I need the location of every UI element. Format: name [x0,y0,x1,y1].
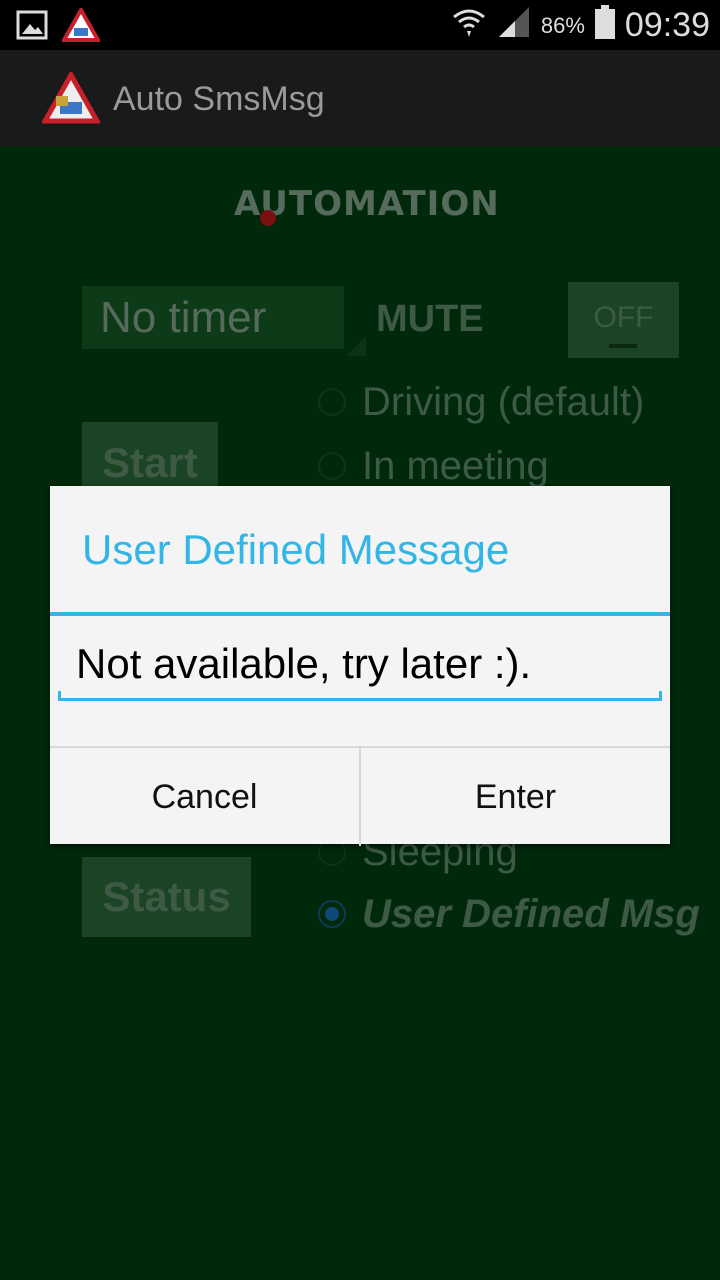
battery-icon [594,5,615,46]
cancel-button[interactable]: Cancel [50,748,359,846]
toggle-indicator [609,344,637,348]
status-bar-right: 86% 09:39 [451,5,710,46]
app-notification-icon [60,5,102,47]
radio-label: Driving (default) [362,379,645,424]
radio-label: User Defined Msg [362,891,700,936]
enter-button[interactable]: Enter [359,748,670,846]
timer-select[interactable]: No timer [82,286,344,349]
radio-option-driving[interactable]: Driving (default) [318,372,644,432]
dialog-button-bar: Cancel Enter [50,746,670,846]
automation-logo: AUTOMATION [234,184,500,226]
status-bar-left [16,5,102,47]
app-title: Auto SmsMsg [113,80,325,118]
radio-label: In meeting [362,443,549,488]
mute-toggle[interactable]: OFF [568,282,679,358]
radio-circle [318,388,346,416]
dialog-title: User Defined Message [82,526,510,573]
timer-dropdown-arrow-icon [346,336,366,356]
radio-option-user-defined[interactable]: User Defined Msg [318,884,700,944]
message-input[interactable] [58,624,662,704]
radio-circle [318,452,346,480]
battery-percent: 86% [540,12,585,38]
clock: 09:39 [624,6,710,44]
wifi-icon [451,5,487,46]
action-bar: Auto SmsMsg [0,50,720,146]
status-button[interactable]: Status [82,857,251,937]
mute-label: MUTE [376,298,484,340]
signal-icon [497,5,531,46]
dialog-title-divider [50,612,670,616]
status-bar: 86% 09:39 [0,0,720,50]
radio-circle-selected [318,900,346,928]
logo-dot [260,210,276,226]
gallery-icon [16,10,48,45]
input-underline [58,691,662,701]
app-logo-icon[interactable] [40,69,102,129]
user-defined-message-dialog: User Defined Message Cancel Enter [50,486,670,846]
